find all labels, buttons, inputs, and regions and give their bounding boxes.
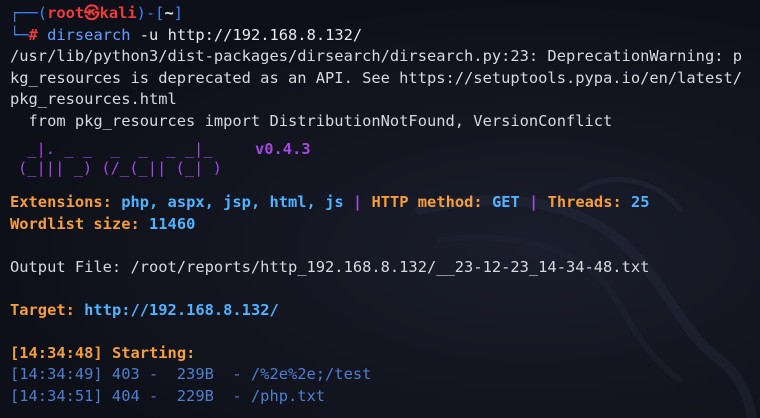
method-label: HTTP method:	[371, 193, 483, 211]
ascii-logo: _|. _ _ _ _ _ _|_ (_||| _) (/_(_|| (_| )	[18, 140, 222, 178]
terminal-window[interactable]: ┌──(root㉿kali)-[~] └─# dirsearch -u http…	[0, 0, 760, 418]
starting-time: [14:34:48]	[10, 343, 103, 362]
target-label: Target:	[10, 300, 75, 319]
wordlist-value: 11460	[149, 214, 196, 233]
wordlist-line: Wordlist size: 11460	[10, 214, 756, 236]
ascii-logo-line-1: _|. _ _ _ _ _ _|_	[18, 140, 213, 158]
result-line: [14:34:49] 403 - 239B - /%2e%2e;/test	[10, 365, 372, 383]
separator: |	[529, 193, 539, 211]
result-line: [14:34:51] 404 - 229B - /php.txt	[10, 386, 326, 405]
ascii-logo-line-2: (_||| _) (/_(_|| (_| )	[18, 159, 222, 177]
warning-line-2: kg_resources is deprecated as an API. Se…	[10, 68, 743, 87]
separator: |	[352, 193, 363, 211]
prompt-at-symbol: ㉿	[84, 4, 100, 22]
prompt-symbol: #	[28, 25, 38, 44]
target-line: Target: http://192.168.8.132/	[10, 300, 756, 322]
prompt-host: kali	[99, 4, 137, 22]
command-args: -u http://192.168.8.132/	[130, 25, 363, 44]
warning-line-1: /usr/lib/python3/dist-packages/dirsearch…	[10, 47, 743, 65]
threads-label: Threads:	[547, 193, 622, 211]
prompt-header: ┌──(root㉿kali)-[~]	[10, 4, 184, 22]
version-label: v0.4.3	[255, 140, 311, 158]
prompt-user: root	[47, 4, 85, 22]
terminal-output: ┌──(root㉿kali)-[~] └─# dirsearch -u http…	[10, 3, 756, 407]
command-name: dirsearch	[47, 25, 131, 44]
starting-line: [14:34:48] Starting:	[10, 343, 756, 365]
extensions-value: php, aspx, jsp, html, js	[121, 193, 344, 211]
starting-label: Starting:	[111, 343, 196, 362]
target-value: http://192.168.8.132/	[84, 300, 279, 319]
method-value: GET	[491, 193, 520, 211]
threads-value: 25	[631, 193, 650, 211]
warning-line-3: pkg_resources.html	[10, 90, 177, 108]
wordlist-label: Wordlist size:	[10, 214, 140, 233]
config-line: Extensions: php, aspx, jsp, html, js | H…	[10, 192, 756, 214]
extensions-label: Extensions:	[10, 193, 112, 211]
command-line[interactable]: └─# dirsearch -u http://192.168.8.132/	[10, 25, 756, 47]
dirsearch-logo: _|. _ _ _ _ _ _|_ (_||| _) (/_(_|| (_| ) …	[10, 140, 756, 186]
warning-line-4: from pkg_resources import DistributionNo…	[10, 111, 613, 130]
prompt-dir: ~	[164, 4, 174, 22]
output-file-line: Output File: /root/reports/http_192.168.…	[10, 257, 650, 276]
